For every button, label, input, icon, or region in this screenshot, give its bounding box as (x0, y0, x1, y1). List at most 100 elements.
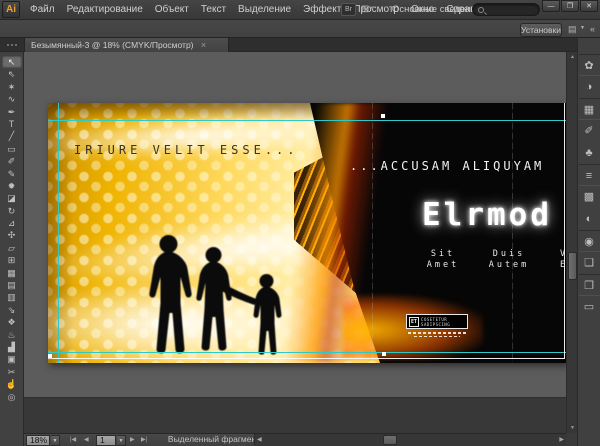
zoom-dropdown[interactable]: ▼ (51, 435, 60, 446)
blob-brush-tool[interactable]: ✹ (2, 180, 22, 192)
lasso-tool[interactable]: ∿ (2, 93, 22, 105)
minimize-button[interactable]: — (542, 0, 560, 12)
line-segment-tool[interactable]: ╱ (2, 130, 22, 142)
magic-wand-tool[interactable]: ✶ (2, 81, 22, 93)
brand-text: Elrmod (422, 197, 552, 233)
menu-item[interactable]: Эффект (297, 0, 347, 20)
perspective-grid-tool[interactable]: ▦ (2, 267, 22, 279)
logo-fine-print (408, 332, 466, 339)
stroke-panel[interactable]: ≡ (579, 164, 600, 186)
swatches-panel[interactable]: ▦ (579, 98, 600, 120)
selection-anchor[interactable] (382, 352, 386, 356)
last-artboard-icon[interactable]: ▶| (141, 434, 147, 446)
scale-tool[interactable]: ⊿ (2, 217, 22, 229)
canvas-area[interactable]: IRIURE VELIT ESSE... ...ACCUSAM ALIQUYAM… (24, 52, 566, 433)
scroll-right-icon[interactable]: ▶ (559, 434, 564, 446)
color-guide-panel[interactable]: ◑ (579, 76, 600, 98)
search-input[interactable] (472, 3, 540, 16)
logo-text: COSETETUR SADIPSCING (421, 317, 467, 327)
restore-button[interactable]: ❐ (561, 0, 579, 12)
graphic-styles-panel[interactable]: ❏ (579, 252, 600, 274)
artboard-number-field[interactable]: 1 (96, 435, 116, 446)
menu-item[interactable]: Файл (24, 0, 61, 20)
fold-mark (372, 103, 373, 363)
menu-item[interactable]: Текст (195, 0, 232, 20)
horizontal-guide[interactable] (48, 120, 566, 121)
title-bar: Ai ФайлРедактированиеОбъектТекстВыделени… (0, 0, 600, 20)
selection-anchor[interactable] (48, 354, 52, 358)
column-texts: SitAmet DuisAutem VE (48, 249, 566, 273)
vertical-guide[interactable] (58, 103, 59, 363)
menu-item[interactable]: Объект (149, 0, 195, 20)
horizontal-scrollbar[interactable]: ◀ ▶ (254, 434, 566, 446)
bridge-icon[interactable]: Br (341, 3, 356, 16)
chevron-down-icon: ▼ (369, 6, 375, 12)
eraser-tool[interactable]: ◪ (2, 192, 22, 204)
gradient-tool[interactable]: ▥ (2, 291, 22, 303)
appearance-panel[interactable]: ◉ (579, 230, 600, 252)
zoom-tool[interactable]: ◎ (2, 391, 22, 403)
toolbar-grip-icon[interactable] (7, 44, 17, 46)
document-tab-bar: Безымянный-3 @ 18% (CMYK/Просмотр) × (0, 38, 600, 52)
menu-item[interactable]: Выделение (232, 0, 297, 20)
width-tool[interactable]: ✣ (2, 229, 22, 241)
brushes-panel[interactable]: ✐ (579, 120, 600, 142)
tools-panel: ↖⇖✶∿✒T╱▭✐✎✹◪↻⊿✣▱⊞▦▤▥⇘❖♨▟▣✂☝◎ (0, 52, 24, 446)
close-tab-icon[interactable]: × (201, 40, 206, 50)
paintbrush-tool[interactable]: ✐ (2, 155, 22, 167)
horizontal-guide[interactable] (48, 352, 566, 353)
status-bar: 18% ▼ |◀ ◀ 1 ▼ ▶ (24, 433, 566, 446)
blend-tool[interactable]: ❖ (2, 316, 22, 328)
canvas-outside-area (24, 397, 566, 433)
type-tool[interactable]: T (2, 118, 22, 130)
headline-right-text: ...ACCUSAM ALIQUYAM (350, 159, 544, 173)
rectangle-tool[interactable]: ▭ (2, 143, 22, 155)
window-controls: — ❐ ✕ (541, 0, 598, 12)
mesh-tool[interactable]: ▤ (2, 279, 22, 291)
rotate-tool[interactable]: ↻ (2, 205, 22, 217)
selection-tool[interactable]: ↖ (2, 56, 22, 68)
menu-item[interactable]: Редактирование (61, 0, 149, 20)
column-text: VE (544, 249, 566, 271)
arrange-icon[interactable]: ▤ (568, 24, 577, 35)
artboard-dropdown[interactable]: ▼ (117, 435, 126, 446)
vertical-scrollbar[interactable]: ▲ ▼ (566, 52, 577, 433)
symbols-panel[interactable]: ♣ (579, 142, 600, 164)
selection-anchor[interactable] (381, 114, 385, 118)
collapse-control-panel-icon[interactable]: « (590, 24, 595, 34)
artboard-artwork[interactable]: IRIURE VELIT ESSE... ...ACCUSAM ALIQUYAM… (48, 103, 566, 363)
document-tab[interactable]: Безымянный-3 @ 18% (CMYK/Просмотр) × (24, 38, 229, 52)
eyedropper-tool[interactable]: ⇘ (2, 304, 22, 316)
first-artboard-icon[interactable]: |◀ (70, 434, 76, 446)
chevron-down-icon[interactable]: ▼ (580, 25, 585, 31)
layers-panel[interactable]: ❐ (579, 274, 600, 296)
preferences-button[interactable]: Установки (520, 23, 562, 37)
app-logo-icon: Ai (2, 1, 20, 18)
hand-tool[interactable]: ☝ (2, 378, 22, 390)
free-transform-tool[interactable]: ▱ (2, 242, 22, 254)
gradient-panel[interactable]: ▩ (579, 186, 600, 208)
next-artboard-icon[interactable]: ▶ (130, 434, 135, 446)
transparency-panel[interactable]: ◐ (579, 208, 600, 230)
pencil-tool[interactable]: ✎ (2, 168, 22, 180)
close-button[interactable]: ✕ (580, 0, 598, 12)
horizontal-scroll-thumb[interactable] (383, 435, 397, 445)
shape-builder-tool[interactable]: ⊞ (2, 254, 22, 266)
artboard-tool[interactable]: ▣ (2, 353, 22, 365)
zoom-level-field[interactable]: 18% (26, 435, 50, 446)
pen-tool[interactable]: ✒ (2, 106, 22, 118)
artboards-panel[interactable]: ▭ (579, 296, 600, 318)
direct-selection-tool[interactable]: ⇖ (2, 68, 22, 80)
previous-artboard-icon[interactable]: ◀ (84, 434, 89, 446)
headline-left-text: IRIURE VELIT ESSE... (74, 143, 299, 157)
column-text: SitAmet (414, 249, 472, 271)
symbol-sprayer-tool[interactable]: ♨ (2, 329, 22, 341)
color-panel[interactable]: ✿ (579, 54, 600, 76)
scroll-left-icon[interactable]: ◀ (257, 434, 262, 446)
logo-mark: ET (409, 317, 419, 327)
slice-tool[interactable]: ✂ (2, 366, 22, 378)
vertical-scroll-thumb[interactable] (568, 252, 577, 280)
workspace-switcher-icon[interactable]: ⊞▼ (361, 3, 383, 16)
panel-dock: ✿◑▦✐♣≡▩◐◉❏❐▭ (577, 38, 600, 446)
column-graph-tool[interactable]: ▟ (2, 341, 22, 353)
